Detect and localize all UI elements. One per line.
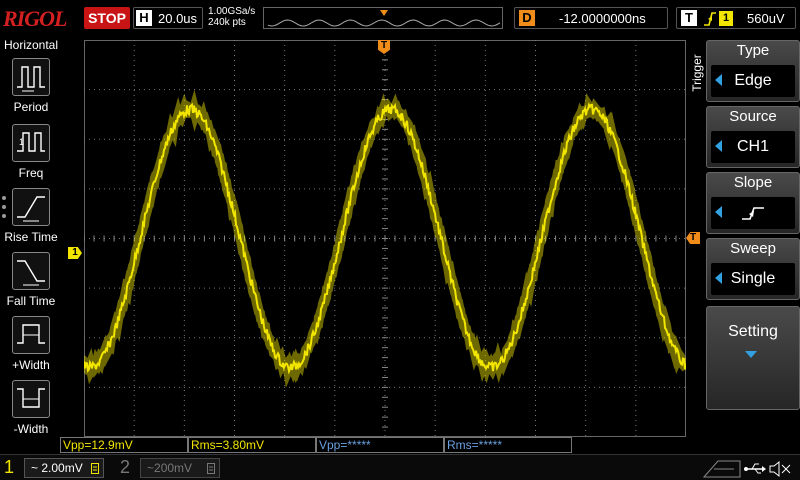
trigger-sweep-softkey[interactable]: Sweep Single xyxy=(706,238,800,300)
down-arrow-icon xyxy=(745,351,757,358)
measure-sidebar: Horizontal Period 1 Freq Rise Time Fall … xyxy=(0,36,62,454)
measure-negative-width[interactable]: -Width xyxy=(0,380,62,444)
left-arrow-icon xyxy=(715,140,722,152)
sample-info: 1.00GSa/s 240k pts xyxy=(208,6,255,28)
channel-2-box[interactable]: ~200mV xyxy=(140,458,220,478)
left-arrow-icon xyxy=(715,206,722,218)
channel-1-scale: ~ 2.00mV xyxy=(31,461,83,475)
period-icon xyxy=(12,58,50,96)
fall-time-icon xyxy=(12,252,50,290)
system-icons xyxy=(700,457,796,479)
ch1-ground-marker[interactable]: 1 xyxy=(68,247,82,259)
measurement-bar: Vpp=12.9mV Rms=3.80mV Vpp=***** Rms=****… xyxy=(60,437,572,453)
measurement-off-rms[interactable]: Rms=***** xyxy=(444,437,572,453)
channel-1-box[interactable]: ~ 2.00mV xyxy=(24,458,104,478)
sample-rate: 1.00GSa/s xyxy=(208,6,256,17)
delay-box[interactable]: D -12.0000000ns xyxy=(514,7,668,29)
measure-fall-time[interactable]: Fall Time xyxy=(0,252,62,316)
svg-text:1: 1 xyxy=(19,137,24,147)
negative-width-icon xyxy=(12,380,50,418)
memory-position-bar[interactable] xyxy=(263,7,503,29)
notification-tab-icon xyxy=(702,460,741,478)
trigger-slope-title: Slope xyxy=(733,174,773,191)
sidebar-title: Horizontal xyxy=(3,38,59,52)
measure-period-label: Period xyxy=(13,100,49,114)
trigger-type-value: Edge xyxy=(711,65,795,97)
trigger-setting-softkey[interactable]: Setting xyxy=(706,306,800,410)
measure-frequency[interactable]: 1 Freq xyxy=(0,124,62,188)
frequency-icon: 1 xyxy=(12,124,50,162)
timebase-value: 20.0us xyxy=(158,11,198,26)
measure-positive-width[interactable]: +Width xyxy=(0,316,62,380)
brand-logo: RIGOL xyxy=(3,6,67,31)
bandwidth-limit-icon xyxy=(91,463,99,474)
timebase-box[interactable]: H 20.0us xyxy=(133,7,203,29)
top-status-bar: RIGOL STOP H 20.0us 1.00GSa/s 240k pts D… xyxy=(0,0,800,36)
trigger-source-softkey[interactable]: Source CH1 xyxy=(706,106,800,168)
measure-fall-time-label: Fall Time xyxy=(6,294,56,308)
positive-width-icon xyxy=(12,316,50,354)
measurement-off-vpp[interactable]: Vpp=***** xyxy=(316,437,444,453)
trigger-menu: Trigger Type Edge Source CH1 Slope Sweep… xyxy=(688,40,800,454)
bandwidth-limit-icon xyxy=(207,463,215,474)
channel-status-bar: 1 ~ 2.00mV 2 ~200mV xyxy=(0,454,800,480)
channel-2-number[interactable]: 2 xyxy=(120,457,130,478)
measure-frequency-label: Freq xyxy=(18,166,44,180)
trigger-type-softkey[interactable]: Type Edge xyxy=(706,40,800,102)
graticule xyxy=(84,40,686,437)
measurement-ch1-vpp[interactable]: Vpp=12.9mV xyxy=(60,437,188,453)
usb-icon xyxy=(744,463,766,474)
delay-tag: D xyxy=(519,10,535,26)
measure-period[interactable]: Period xyxy=(0,58,62,122)
trigger-level-value: 560uV xyxy=(747,11,785,26)
trigger-channel-badge: 1 xyxy=(719,11,733,26)
left-arrow-icon xyxy=(715,74,722,86)
rising-edge-icon xyxy=(704,12,716,26)
measure-rise-time-label: Rise Time xyxy=(4,230,58,244)
trigger-status-box[interactable]: T 1 560uV xyxy=(676,7,796,29)
trigger-tag: T xyxy=(681,10,697,26)
channel-1-number[interactable]: 1 xyxy=(4,457,14,478)
memory-depth: 240k pts xyxy=(208,17,246,28)
trigger-menu-title: Trigger xyxy=(690,54,704,92)
delay-value: -12.0000000ns xyxy=(559,11,646,26)
channel-2-scale: ~200mV xyxy=(147,461,193,475)
measure-rise-time[interactable]: Rise Time xyxy=(0,188,62,252)
run-stop-status[interactable]: STOP xyxy=(84,7,130,29)
trigger-setting-title: Setting xyxy=(728,323,778,340)
trigger-sweep-title: Sweep xyxy=(730,240,776,257)
measurement-ch1-rms[interactable]: Rms=3.80mV xyxy=(188,437,316,453)
left-arrow-icon xyxy=(715,272,722,284)
speaker-muted-icon xyxy=(769,460,791,478)
rise-time-icon xyxy=(12,188,50,226)
waveform-display[interactable] xyxy=(84,40,686,437)
trigger-source-value: CH1 xyxy=(711,131,795,163)
memory-overview-icon xyxy=(267,10,501,27)
trigger-type-title: Type xyxy=(736,42,770,59)
measure-positive-width-label: +Width xyxy=(12,358,50,372)
trigger-slope-value xyxy=(711,197,795,229)
horizontal-tag: H xyxy=(136,10,152,26)
trigger-slope-softkey[interactable]: Slope xyxy=(706,172,800,234)
trigger-source-title: Source xyxy=(729,108,777,125)
measure-negative-width-label: -Width xyxy=(13,422,49,436)
trigger-sweep-value: Single xyxy=(711,263,795,295)
rising-edge-icon xyxy=(742,207,764,220)
